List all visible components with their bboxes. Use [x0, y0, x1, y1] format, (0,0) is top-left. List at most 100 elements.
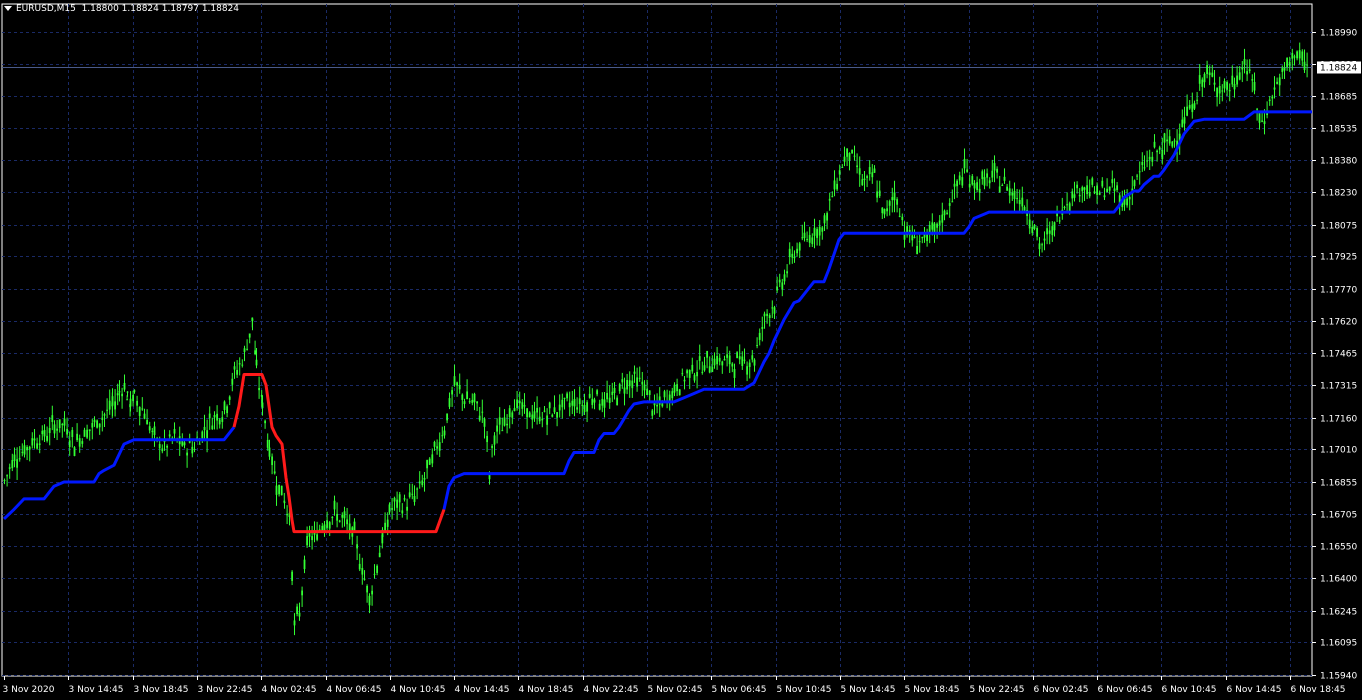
- candle-body: [291, 571, 293, 581]
- candle-body: [223, 401, 226, 410]
- candle-body: [328, 522, 331, 529]
- candle-body: [168, 434, 171, 437]
- candle-body: [323, 524, 326, 531]
- candle-body: [641, 381, 644, 385]
- candle-body: [968, 183, 971, 188]
- candle-body: [13, 454, 16, 462]
- candle-body: [293, 620, 296, 626]
- candle-body: [93, 419, 96, 423]
- y-tick-label: 1.18230: [1320, 189, 1357, 199]
- candle-body: [386, 519, 389, 527]
- candle-body: [114, 401, 116, 410]
- candle-body: [578, 398, 581, 405]
- candle-body: [1091, 178, 1094, 185]
- candle-body: [86, 429, 88, 438]
- candle-body: [1276, 81, 1278, 84]
- candle-body: [1163, 133, 1166, 143]
- candle-body: [371, 590, 373, 595]
- candle-body: [831, 196, 834, 198]
- y-tick-label: 1.18990: [1320, 29, 1357, 39]
- candle-body: [261, 402, 264, 409]
- candle-body: [611, 391, 614, 395]
- candle-body: [976, 182, 978, 191]
- candle-body: [238, 363, 241, 365]
- menu-triangle-icon[interactable]: [4, 6, 12, 11]
- candle-body: [881, 207, 884, 214]
- candle-body: [298, 612, 301, 617]
- candle-body: [953, 183, 956, 187]
- candle-body: [536, 407, 538, 413]
- candle-body: [1201, 79, 1204, 87]
- candle-body: [768, 315, 771, 319]
- candle-body: [408, 492, 411, 497]
- candle-body: [956, 180, 958, 187]
- candle-body: [716, 355, 718, 365]
- candle-body: [598, 403, 601, 410]
- candle-body: [426, 460, 428, 469]
- candle-body: [891, 197, 894, 201]
- candle-body: [991, 170, 994, 178]
- candle-body: [398, 494, 401, 503]
- candle-body: [643, 384, 646, 391]
- candle-body: [916, 245, 918, 255]
- x-tick-label: 4 Nov 22:45: [584, 685, 639, 695]
- candle-body: [346, 519, 348, 525]
- candle-body: [1196, 99, 1198, 101]
- price-chart[interactable]: 1.189901.188351.186851.185351.183801.182…: [0, 0, 1362, 700]
- candle-body: [893, 192, 896, 201]
- candle-body: [38, 443, 41, 446]
- candle-body: [561, 399, 564, 408]
- candle-body: [71, 430, 74, 438]
- candle-body: [563, 397, 566, 399]
- candle-body: [36, 443, 38, 449]
- candle-body: [296, 606, 298, 615]
- candle-body: [341, 514, 344, 518]
- candle-body: [16, 459, 18, 468]
- candle-body: [186, 452, 188, 456]
- candle-body: [1076, 184, 1078, 189]
- candle-body: [126, 391, 129, 393]
- y-tick-label: 1.16705: [1320, 511, 1357, 521]
- candle-body: [1016, 198, 1018, 200]
- candle-body: [1096, 185, 1098, 195]
- candle-body: [1066, 204, 1068, 206]
- candle-body: [673, 384, 676, 393]
- candle-body: [1138, 171, 1141, 173]
- candle-body: [1128, 196, 1131, 200]
- candle-body: [866, 176, 868, 178]
- candle-body: [1028, 219, 1031, 229]
- candle-body: [728, 355, 731, 365]
- candle-body: [1111, 179, 1114, 184]
- candle-body: [548, 402, 551, 409]
- candle-body: [971, 176, 974, 185]
- candle-body: [63, 418, 66, 426]
- candle-body: [1156, 150, 1158, 153]
- candle-body: [618, 384, 621, 392]
- candle-body: [361, 568, 364, 575]
- candle-body: [808, 235, 811, 243]
- candle-body: [1231, 75, 1234, 85]
- current-price-label: 1.18824: [1320, 64, 1357, 74]
- candle-body: [481, 411, 484, 413]
- candle-body: [711, 366, 714, 373]
- candle-body: [671, 391, 674, 399]
- candle-body: [836, 183, 838, 190]
- candle-body: [393, 497, 396, 502]
- x-tick-label: 4 Nov 14:45: [455, 685, 510, 695]
- candle-body: [1078, 195, 1081, 197]
- candle-body: [973, 183, 976, 189]
- chart-canvas[interactable]: 1.189901.188351.186851.185351.183801.182…: [0, 0, 1362, 700]
- candle-body: [783, 274, 786, 282]
- candle-body: [384, 522, 386, 531]
- candle-body: [368, 595, 371, 606]
- candle-body: [1248, 69, 1251, 71]
- candle-body: [280, 485, 283, 496]
- candle-body: [264, 420, 266, 424]
- candle-body: [28, 446, 31, 450]
- candle-body: [918, 241, 921, 243]
- candle-body: [133, 390, 136, 392]
- candle-body: [978, 188, 981, 193]
- candle-body: [766, 313, 768, 316]
- candle-body: [8, 467, 11, 469]
- x-tick-label: 5 Nov 14:45: [841, 685, 896, 695]
